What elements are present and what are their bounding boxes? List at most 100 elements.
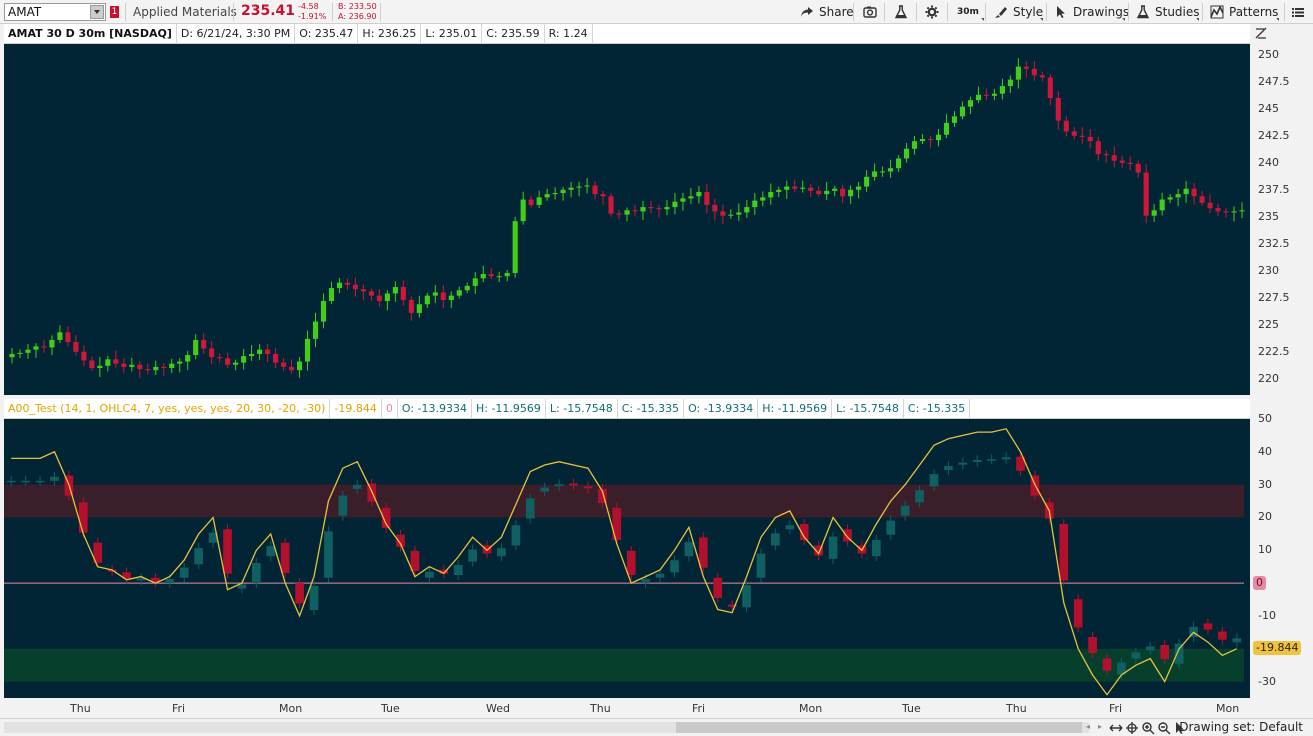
expand-horizontal-icon[interactable]: [1109, 721, 1123, 735]
price-axis-label: 227.5: [1258, 290, 1290, 304]
price-chart-pane[interactable]: [4, 44, 1250, 395]
price-candle: [1159, 192, 1165, 216]
price-candle: [967, 96, 974, 115]
price-candle: [1151, 204, 1157, 222]
screenshot-button[interactable]: [863, 0, 877, 24]
style-button[interactable]: Style: [994, 0, 1043, 24]
timeframe-button[interactable]: 30m: [957, 0, 984, 24]
last-price: 235.41: [241, 3, 296, 19]
price-candle: [632, 204, 638, 217]
divider: [233, 3, 234, 21]
scroll-left-icon[interactable]: ◂: [1086, 722, 1090, 731]
price-candle: [153, 360, 159, 376]
price-candle: [568, 182, 574, 198]
study-name[interactable]: A00_Test (14, 1, OHLC4, 7, yes, yes, yes…: [4, 398, 331, 419]
time-axis-label: Fri: [172, 702, 186, 715]
price-candle: [344, 278, 351, 291]
study-axis-label: 40: [1258, 444, 1272, 458]
price-candle: [640, 200, 646, 220]
price-candle: [1135, 160, 1141, 178]
price-candle: [1087, 129, 1093, 149]
price-candle: [880, 166, 886, 177]
price-candle: [808, 183, 814, 197]
scrollbar-thumb[interactable]: [676, 722, 1082, 733]
price-candlestick-chart[interactable]: [4, 44, 1250, 395]
price-candle: [896, 155, 902, 172]
menu-icon: [1291, 5, 1305, 19]
study-candle: [179, 562, 189, 583]
price-candle: [840, 184, 846, 204]
chart-title[interactable]: AMAT 30 D 30m [NASDAQ]: [4, 23, 177, 44]
settings-button[interactable]: [925, 0, 939, 24]
symbol-selector[interactable]: [4, 3, 106, 21]
study-axis-label: 50: [1258, 412, 1272, 425]
price-candle: [1071, 126, 1077, 140]
price-candle: [1063, 116, 1069, 137]
price-candle: [137, 360, 143, 379]
crosshair-icon[interactable]: [1125, 721, 1139, 735]
study-candle: [843, 524, 852, 547]
price-candle: [400, 280, 406, 306]
price-candle: [504, 269, 510, 282]
collapse-axis-icon[interactable]: [1254, 26, 1268, 40]
drawing-set-status[interactable]: Drawing set: Default: [1179, 720, 1303, 734]
share-button[interactable]: Share: [800, 0, 854, 24]
study-chart-pane[interactable]: [4, 419, 1250, 698]
study-low-1: L: -15.7548: [546, 398, 618, 419]
study-axis-label: 20: [1258, 510, 1272, 524]
price-candle: [281, 358, 287, 372]
alert-badge[interactable]: 1: [110, 6, 119, 18]
symbol-input[interactable]: [8, 4, 90, 20]
oversold-zone: [4, 648, 1244, 682]
price-candle: [1199, 190, 1205, 207]
price-candle: [1095, 136, 1101, 161]
study-value: -19.844: [330, 398, 382, 419]
bid-price: B: 233.50: [338, 2, 377, 11]
bar-close: C: 235.59: [482, 23, 545, 44]
study-axis[interactable]: 50 40 30 20 10 -10 -30 0 -19.844: [1250, 412, 1313, 698]
price-candle: [1111, 146, 1117, 168]
price-candle: [576, 181, 582, 197]
price-axis[interactable]: 250 247.5 245 242.5 240 237.5 235 232.5 230 227.5…: [1250, 24, 1313, 399]
price-candle: [440, 285, 446, 309]
study-oscillator-chart[interactable]: [4, 419, 1250, 698]
scroll-right-icon[interactable]: ▸: [1098, 722, 1102, 731]
price-candle: [624, 207, 630, 222]
price-candle: [792, 179, 798, 193]
divider: [1046, 3, 1047, 21]
chevron-down-icon: [1276, 18, 1279, 21]
price-candle: [1047, 73, 1053, 106]
zoom-out-icon[interactable]: [1157, 721, 1171, 735]
study-candle: [987, 454, 996, 465]
bar-range: R: 1.24: [545, 23, 593, 44]
drawings-button[interactable]: Drawings: [1054, 0, 1129, 24]
study-axis-label: 30: [1258, 477, 1272, 491]
price-candle: [17, 349, 23, 359]
price-candle: [744, 200, 750, 218]
study-candle: [785, 520, 795, 535]
flask-button[interactable]: [894, 0, 908, 24]
price-candle: [464, 282, 470, 294]
study-candle: [670, 555, 679, 578]
study-candle: [6, 475, 16, 486]
price-candle: [89, 356, 95, 372]
patterns-icon: [1210, 5, 1224, 19]
patterns-button[interactable]: Patterns: [1210, 0, 1279, 24]
price-candle: [1031, 60, 1037, 81]
price-candle: [432, 285, 438, 303]
zoom-in-icon[interactable]: [1141, 721, 1155, 735]
timeframe-label: 30m: [957, 7, 979, 17]
time-axis[interactable]: Thu Fri Mon Tue Wed Thu Fri Mon Tue Thu Fri Mon: [4, 698, 1250, 718]
price-candle: [392, 281, 398, 302]
patterns-label: Patterns: [1229, 5, 1279, 19]
price-candle: [1223, 208, 1229, 218]
menu-button[interactable]: [1291, 0, 1305, 24]
study-close-1: C: -15.335: [618, 398, 685, 419]
symbol-dropdown-icon[interactable]: [90, 5, 104, 19]
price-candle: [520, 191, 526, 225]
divider: [1128, 3, 1129, 21]
price-candle: [959, 101, 966, 120]
price-candle: [552, 187, 558, 200]
studies-label: Studies: [1155, 5, 1200, 19]
studies-button[interactable]: Studies: [1136, 0, 1200, 24]
